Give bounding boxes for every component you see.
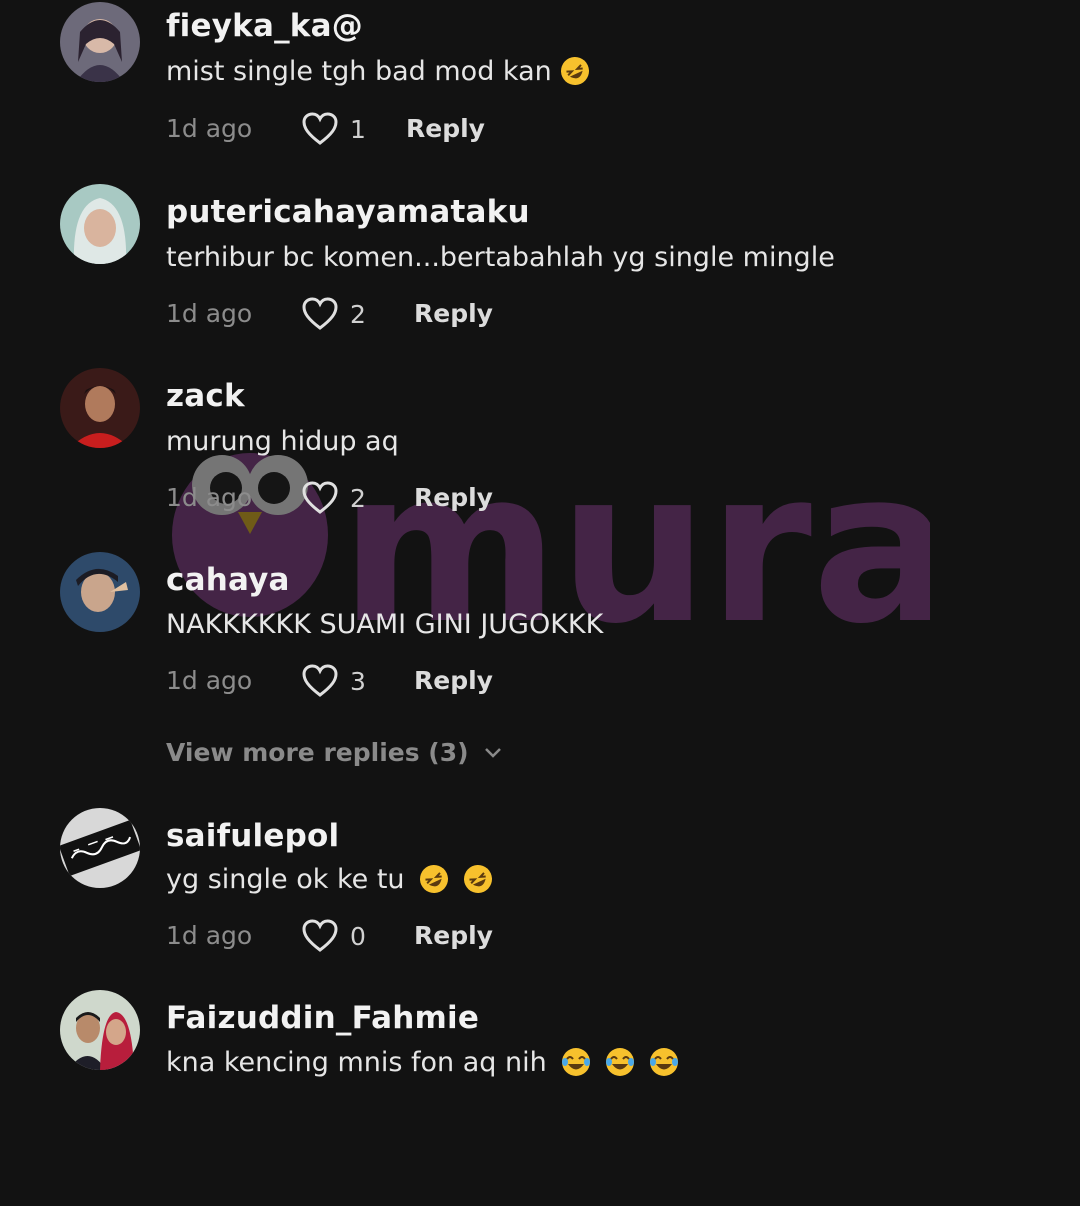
comment-timestamp: 1d ago (166, 114, 253, 143)
view-more-replies-label: View more replies (3) (166, 738, 469, 767)
flag-avatar-icon (60, 808, 140, 888)
avatar[interactable] (60, 2, 140, 82)
reply-button[interactable]: Reply (414, 483, 493, 512)
heart-icon (302, 112, 338, 145)
comment-timestamp: 1d ago (166, 921, 253, 950)
rolling-laughing-emoji-icon (560, 57, 589, 85)
comment-text: terhibur bc komen...bertabahlah yg singl… (166, 242, 835, 273)
like-count: 2 (350, 299, 366, 329)
tears-of-joy-emoji-icon (649, 1048, 678, 1076)
comment-username[interactable]: Faizuddin_Fahmie (166, 1000, 479, 1036)
heart-icon (302, 919, 338, 952)
comment-username[interactable]: zack (166, 378, 245, 414)
user-avatar-icon (60, 184, 140, 264)
user-avatar-icon (60, 2, 140, 82)
heart-icon (302, 297, 338, 330)
comment-timestamp: 1d ago (166, 299, 253, 328)
comment-username[interactable]: cahaya (166, 562, 290, 598)
avatar[interactable] (60, 552, 140, 632)
user-avatar-icon (60, 552, 140, 632)
comment-text: NAKKKKKK SUAMI GINI JUGOKKK (166, 609, 604, 640)
comment-timestamp: 1d ago (166, 666, 253, 695)
avatar[interactable] (60, 990, 140, 1070)
avatar[interactable] (60, 808, 140, 888)
heart-icon (302, 664, 338, 697)
view-more-replies-button[interactable]: View more replies (3) (166, 738, 503, 767)
comment-text: kna kencing mnis fon aq nih (166, 1047, 679, 1078)
user-avatar-icon (60, 990, 140, 1070)
like-button[interactable]: 0 (302, 919, 366, 953)
avatar[interactable] (60, 368, 140, 448)
heart-icon (302, 481, 338, 514)
reply-button[interactable]: Reply (414, 921, 493, 950)
rolling-laughing-emoji-icon (419, 865, 448, 893)
comment-username[interactable]: putericahayamataku (166, 194, 530, 230)
like-count: 1 (350, 114, 366, 144)
reply-button[interactable]: Reply (406, 114, 485, 143)
comment-text: mist single tgh bad mod kan (166, 56, 590, 87)
chevron-down-icon (484, 747, 501, 758)
like-button[interactable]: 1 (302, 112, 366, 146)
tears-of-joy-emoji-icon (605, 1048, 634, 1076)
like-button[interactable]: 2 (302, 297, 366, 331)
like-button[interactable]: 2 (302, 481, 366, 515)
avatar[interactable] (60, 184, 140, 264)
like-button[interactable]: 3 (302, 664, 366, 698)
reply-button[interactable]: Reply (414, 666, 493, 695)
comment-text: murung hidup aq (166, 426, 399, 457)
comment-timestamp: 1d ago (166, 483, 253, 512)
user-avatar-icon (60, 368, 140, 448)
comment-username[interactable]: fieyka_ka@ (166, 8, 363, 44)
comment-text: yg single ok ke tu (166, 864, 493, 895)
tears-of-joy-emoji-icon (561, 1048, 590, 1076)
rolling-laughing-emoji-icon (463, 865, 492, 893)
like-count: 2 (350, 483, 366, 513)
like-count: 0 (350, 921, 366, 951)
comment-username[interactable]: saifulepol (166, 818, 339, 854)
like-count: 3 (350, 666, 366, 696)
reply-button[interactable]: Reply (414, 299, 493, 328)
